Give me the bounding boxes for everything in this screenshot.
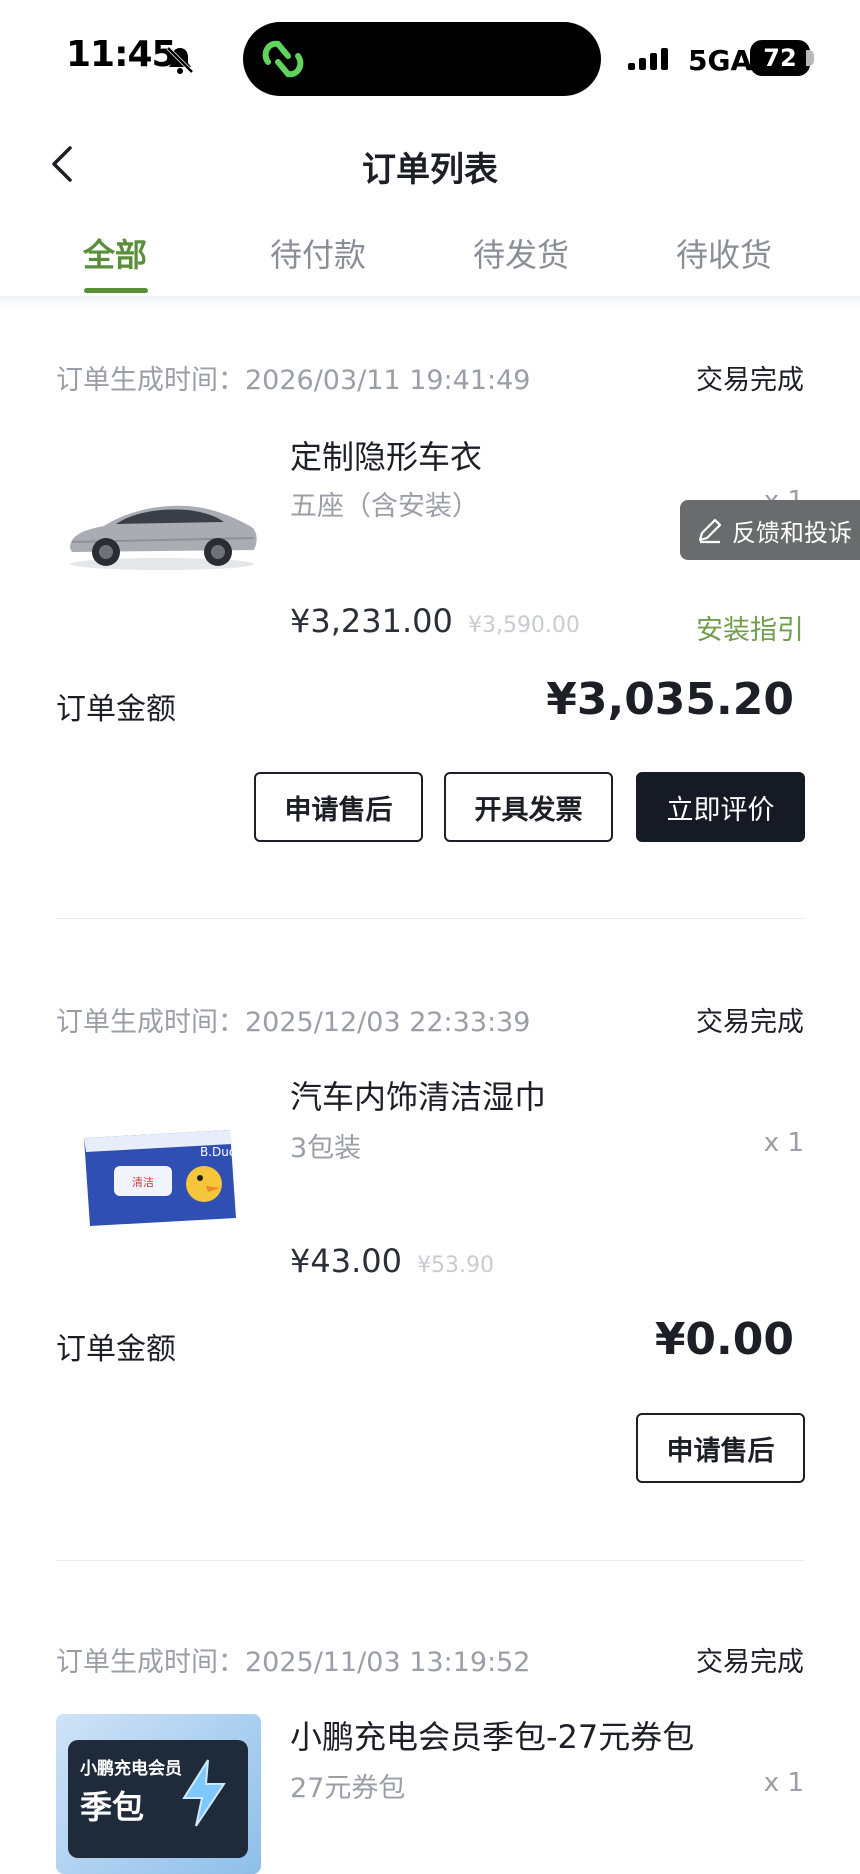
network-label: 5GA: [688, 44, 753, 77]
order-total: ¥3,035.20: [546, 674, 794, 725]
order-time-label: 订单生成时间：: [56, 1007, 245, 1038]
feedback-label: 反馈和投诉: [732, 518, 852, 547]
issue-invoice-button[interactable]: 开具发票: [444, 772, 613, 842]
order-total-label: 订单金额: [56, 1332, 176, 1367]
lightning-icon: [182, 1759, 226, 1827]
order-status: 交易完成: [696, 1647, 804, 1678]
original-price: ¥53.90: [417, 1253, 495, 1278]
bell-slash-icon: [166, 46, 194, 74]
order-time-value: 2026/03/11 19:41:49: [245, 365, 531, 396]
pencil-icon: [698, 518, 722, 544]
product-spec: 五座（含安装）: [290, 491, 479, 522]
svg-text:B.Duck: B.Duck: [200, 1145, 240, 1159]
tab-pending-receipt[interactable]: 待收货: [624, 230, 824, 276]
order-time: 订单生成时间：2025/11/03 13:19:52: [56, 1640, 530, 1679]
svg-text:清洁: 清洁: [132, 1176, 154, 1189]
original-price: ¥3,590.00: [467, 613, 580, 638]
order-total: ¥0.00: [654, 1314, 794, 1365]
product-name: 汽车内饰清洁湿巾: [290, 1078, 547, 1116]
order-time-label: 订单生成时间：: [56, 365, 245, 396]
car-image[interactable]: [64, 486, 260, 572]
feedback-button[interactable]: 反馈和投诉: [680, 500, 860, 560]
coupon-image[interactable]: 小鹏充电会员 季包: [56, 1714, 261, 1874]
wipes-image[interactable]: 清洁 B.Duck: [80, 1126, 240, 1230]
after-sale-button[interactable]: 申请售后: [254, 772, 423, 842]
tab-pending-shipment[interactable]: 待发货: [421, 230, 621, 276]
status-time: 11:45: [66, 34, 177, 75]
product-spec: 3包装: [290, 1133, 362, 1164]
order-time: 订单生成时间：2025/12/03 22:33:39: [56, 1000, 530, 1039]
product-price: ¥3,231.00: [290, 602, 453, 640]
price-row: ¥3,231.00 ¥3,590.00: [290, 602, 580, 640]
coupon-title: 小鹏充电会员: [80, 1759, 182, 1779]
order-time-value: 2025/11/03 13:19:52: [245, 1647, 531, 1678]
order-status: 交易完成: [696, 1007, 804, 1038]
tab-all[interactable]: 全部: [15, 230, 215, 276]
order-status: 交易完成: [696, 365, 804, 396]
product-price: ¥43.00: [290, 1242, 402, 1280]
battery-indicator: 72: [750, 40, 810, 76]
tab-pending-payment[interactable]: 待付款: [218, 230, 418, 276]
install-guide-link[interactable]: 安装指引: [604, 608, 804, 647]
tabs-shadow: [0, 296, 860, 310]
battery-cap: [806, 50, 814, 66]
product-name: 小鹏充电会员季包-27元券包: [290, 1718, 695, 1756]
price-row: ¥43.00 ¥53.90: [290, 1242, 494, 1280]
review-button[interactable]: 立即评价: [636, 772, 805, 842]
after-sale-button[interactable]: 申请售后: [636, 1413, 805, 1483]
coupon-subtitle: 季包: [80, 1788, 145, 1826]
product-name: 定制隐形车衣: [290, 438, 483, 476]
product-quantity: x 1: [763, 1768, 804, 1798]
order-time-label: 订单生成时间：: [56, 1647, 245, 1678]
product-quantity: x 1: [763, 1128, 804, 1158]
order-divider: [56, 1560, 804, 1561]
page-title: 订单列表: [362, 150, 498, 190]
tab-active-indicator: [84, 288, 148, 293]
order-time-value: 2025/12/03 22:33:39: [245, 1007, 531, 1038]
order-total-label: 订单金额: [56, 692, 176, 727]
order-divider: [56, 918, 804, 919]
order-time: 订单生成时间：2026/03/11 19:41:49: [56, 358, 530, 397]
signal-icon: [628, 48, 668, 70]
app-logo-icon: [262, 40, 304, 78]
product-spec: 27元券包: [290, 1773, 406, 1804]
